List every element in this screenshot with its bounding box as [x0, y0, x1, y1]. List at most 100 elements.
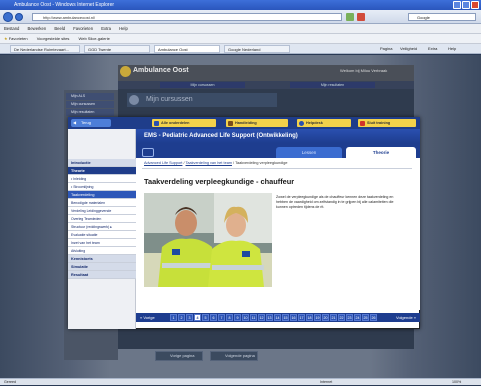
page-number[interactable]: 16: [290, 314, 297, 321]
page-number[interactable]: 9: [234, 314, 241, 321]
divider: [142, 168, 412, 169]
page-title: Taakverdeling verpleegkundige - chauffeu…: [144, 177, 295, 186]
page-number[interactable]: 26: [370, 314, 377, 321]
prev-page-link[interactable]: « Vorige: [140, 315, 155, 320]
page-number[interactable]: 21: [330, 314, 337, 321]
nav-item[interactable]: • Inleiding: [68, 175, 136, 183]
nav-item[interactable]: Resultaat: [68, 271, 136, 279]
browser-tab-active[interactable]: Ambulance Oost: [154, 45, 220, 53]
page-number[interactable]: 8: [226, 314, 233, 321]
nav-item[interactable]: Theorie: [68, 167, 136, 175]
breadcrumb-current: Taakverdeling verpleegkundige: [235, 161, 288, 165]
browser-tab[interactable]: GGD Twente: [84, 45, 150, 53]
button-label: Helpdesk: [306, 121, 323, 125]
all-parts-button[interactable]: Alle onderdelen: [152, 119, 216, 127]
browser-tabs: De Nederlandse Ruimtevaart... GGD Twente…: [0, 44, 481, 54]
toolbar-item[interactable]: Pagina: [380, 44, 392, 54]
next-page-button[interactable]: Volgende pagina: [210, 351, 258, 361]
page-number[interactable]: 18: [306, 314, 313, 321]
forward-arrow-icon[interactable]: [15, 13, 23, 21]
nav-item[interactable]: Simulatie: [68, 263, 136, 271]
page-number[interactable]: 19: [314, 314, 321, 321]
section-icon: [129, 95, 139, 105]
page-number[interactable]: 14: [274, 314, 281, 321]
close-training-button[interactable]: Sluit training: [358, 119, 416, 127]
page-number[interactable]: 1: [170, 314, 177, 321]
breadcrumb-link[interactable]: Advanced Life Support: [144, 161, 182, 165]
menu-item[interactable]: Favorieten: [73, 26, 93, 31]
tab-theorie[interactable]: Theorie: [346, 147, 416, 158]
menu-item[interactable]: Help: [119, 26, 128, 31]
toolbar-item[interactable]: Extra: [428, 44, 437, 54]
course-title: EMS - Pediatric Advanced Life Support (O…: [136, 129, 420, 143]
breadcrumb-link[interactable]: Taakverdeling van het team: [186, 161, 232, 165]
page-number[interactable]: 22: [338, 314, 345, 321]
back-arrow-icon[interactable]: [3, 12, 13, 22]
page-number[interactable]: 25: [362, 314, 369, 321]
nav-item[interactable]: Overleg Teamleden: [68, 215, 136, 223]
site-sidebar-item[interactable]: Mijn ALS: [66, 93, 114, 100]
prev-page-button[interactable]: Vorige pagina: [155, 351, 203, 361]
page-number[interactable]: 24: [354, 314, 361, 321]
refresh-icon[interactable]: [346, 13, 354, 21]
toolbar-item[interactable]: Veiligheid: [400, 44, 417, 54]
page-number[interactable]: 2: [178, 314, 185, 321]
nav-item[interactable]: Taakverdeling: [68, 191, 136, 199]
nav-item[interactable]: Structuur (reddingswerk) ▸: [68, 223, 136, 231]
page-number[interactable]: 3: [186, 314, 193, 321]
status-text: Gereed: [4, 380, 16, 384]
close-icon: [360, 120, 365, 126]
paramedics-photo: [144, 193, 272, 287]
page-number[interactable]: 11: [250, 314, 257, 321]
button-label: Alle onderdelen: [161, 121, 190, 125]
page-number[interactable]: 15: [282, 314, 289, 321]
page-number[interactable]: 6: [210, 314, 217, 321]
menu-item[interactable]: Extra: [101, 26, 111, 31]
welcome-text: Welkom bij Milou Verbraak: [340, 68, 388, 73]
nav-item[interactable]: Benodigde materialen: [68, 199, 136, 207]
browser-tab[interactable]: De Nederlandse Ruimtevaart...: [10, 45, 80, 53]
search-input[interactable]: Google: [408, 13, 476, 21]
next-page-link[interactable]: Volgende »: [396, 315, 416, 320]
back-button[interactable]: ◀ Terug: [71, 119, 111, 127]
menu-item[interactable]: Beeld: [54, 26, 65, 31]
favorites-link[interactable]: Voorgestelde sites: [37, 36, 70, 41]
button-label: Handleiding: [235, 121, 257, 125]
page-number[interactable]: 20: [322, 314, 329, 321]
manual-button[interactable]: Handleiding: [226, 119, 288, 127]
close-icon[interactable]: [471, 1, 479, 9]
help-icon: [299, 120, 304, 126]
site-sidebar-item[interactable]: Mijn resultaten: [66, 109, 114, 116]
stop-icon[interactable]: [357, 13, 365, 21]
nav-item[interactable]: Afsluiting: [68, 247, 136, 255]
site-tab[interactable]: Mijn cursussen: [160, 82, 245, 88]
page-number[interactable]: 10: [242, 314, 249, 321]
page-number[interactable]: 23: [346, 314, 353, 321]
browser-tab[interactable]: Google Nederland: [224, 45, 290, 53]
page-number[interactable]: 17: [298, 314, 305, 321]
minimize-icon[interactable]: [453, 1, 461, 9]
nav-item[interactable]: • Stroomlijning: [68, 183, 136, 191]
site-tab[interactable]: Mijn resultaten: [290, 82, 375, 88]
page-number[interactable]: 5: [202, 314, 209, 321]
page-number[interactable]: 7: [218, 314, 225, 321]
favorites-link[interactable]: Favorieten: [9, 36, 28, 41]
nav-item[interactable]: Evaluatie situatie: [68, 231, 136, 239]
page-number[interactable]: 13: [266, 314, 273, 321]
maximize-icon[interactable]: [462, 1, 470, 9]
helpdesk-button[interactable]: Helpdesk: [297, 119, 351, 127]
nav-item[interactable]: Verdeling Leidinggevende: [68, 207, 136, 215]
tab-lessen[interactable]: Lessen: [276, 147, 342, 158]
nav-item[interactable]: Kennistoets: [68, 255, 136, 263]
toolbar-item[interactable]: Help: [448, 44, 456, 54]
menu-item[interactable]: Bewerken: [28, 26, 47, 31]
home-icon[interactable]: [142, 148, 154, 157]
page-number[interactable]: 12: [258, 314, 265, 321]
site-sidebar-item[interactable]: Mijn cursussen: [66, 101, 114, 108]
nav-item[interactable]: Introductie: [68, 159, 136, 167]
page-number[interactable]: 4: [194, 314, 201, 321]
menu-item[interactable]: Bestand: [4, 26, 19, 31]
nav-item[interactable]: Inzet van het team: [68, 239, 136, 247]
url-input[interactable]: http://www.ambulanceoost.nl/: [32, 13, 342, 21]
favorites-link[interactable]: Web Slice-galerie: [79, 36, 110, 41]
